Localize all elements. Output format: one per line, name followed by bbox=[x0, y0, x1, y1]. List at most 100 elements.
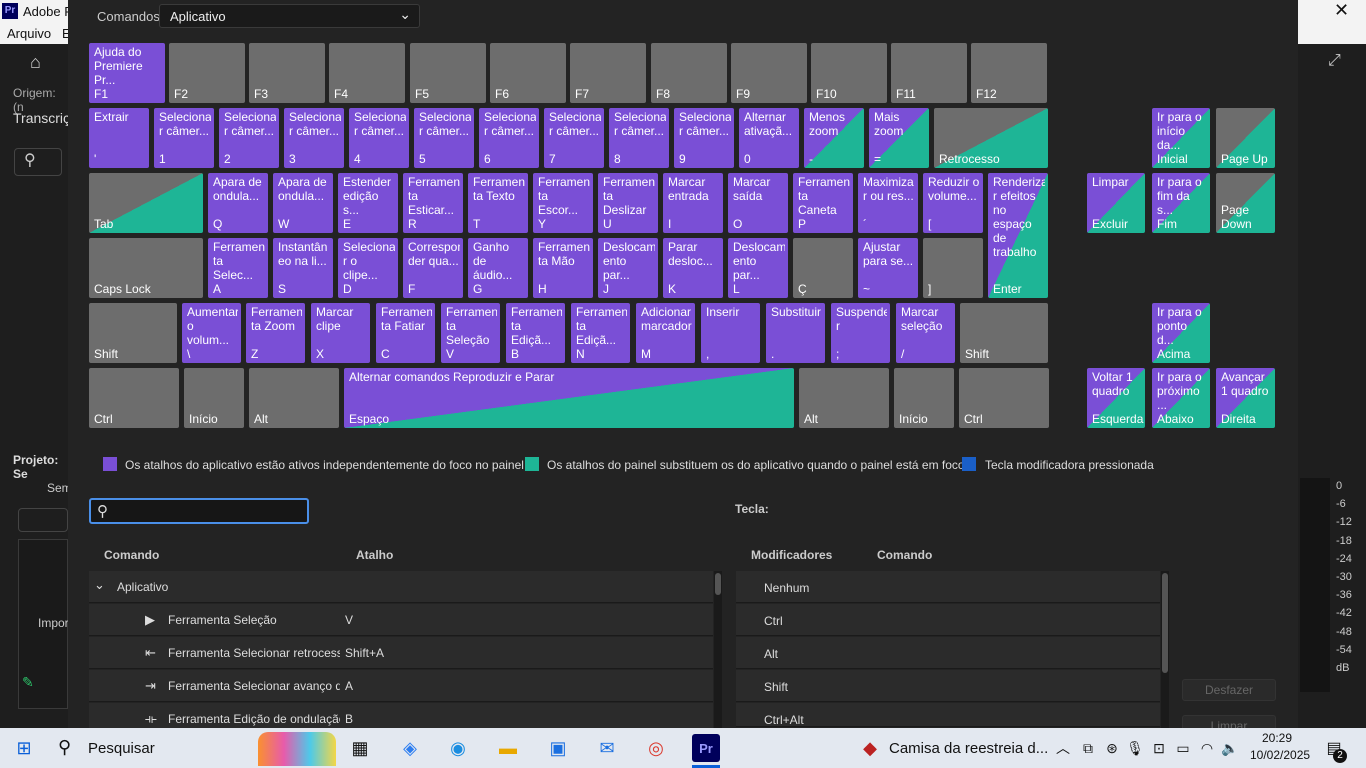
transcript-search[interactable] bbox=[14, 148, 62, 176]
project-search[interactable] bbox=[18, 508, 68, 532]
group-row-aplicativo[interactable]: ⌄ Aplicativo bbox=[89, 571, 713, 603]
key-7[interactable]: F8 bbox=[651, 43, 727, 103]
windows-start-icon[interactable]: ⊞ bbox=[10, 734, 38, 762]
key-66[interactable]: Adicionar marcador M bbox=[636, 303, 695, 363]
news-icon[interactable]: ◆ bbox=[856, 734, 884, 762]
task-view-icon[interactable]: ▦ bbox=[346, 734, 374, 762]
scrollbar-thumb[interactable] bbox=[1162, 573, 1168, 673]
key-0[interactable]: Ajuda do Premiere Pr... F1 bbox=[89, 43, 165, 103]
key-74[interactable]: Início bbox=[184, 368, 244, 428]
table-row[interactable]: ⇥ Ferramenta Selecionar avanço de fa A bbox=[89, 670, 713, 702]
taskbar-notification[interactable]: Camisa da reestreia d... bbox=[889, 740, 1048, 757]
clock-time[interactable]: 20:29 bbox=[1262, 731, 1292, 745]
key-57[interactable]: ] bbox=[923, 238, 983, 298]
key-40[interactable]: Reduzir o volume... [ bbox=[923, 173, 983, 233]
key-27[interactable]: Page Up bbox=[1216, 108, 1275, 168]
key-30[interactable]: Apara de ondula... W bbox=[273, 173, 333, 233]
key-77[interactable]: Alt bbox=[799, 368, 889, 428]
key-68[interactable]: Substituir. bbox=[766, 303, 825, 363]
key-67[interactable]: Inserir, bbox=[701, 303, 760, 363]
chevron-down-icon[interactable]: ⌄ bbox=[94, 577, 105, 593]
key-64[interactable]: Ferramen ta Ediçã... B bbox=[506, 303, 565, 363]
key-4[interactable]: F5 bbox=[410, 43, 486, 103]
key-48[interactable]: Seleciona r o clipe... D bbox=[338, 238, 398, 298]
key-21[interactable]: Seleciona r câmer... 9 bbox=[674, 108, 734, 168]
chrome-icon[interactable]: ◎ bbox=[642, 734, 670, 762]
premiere-taskbar-icon[interactable]: Pr bbox=[692, 734, 720, 762]
modifier-row[interactable]: Nenhum bbox=[736, 571, 1160, 603]
scrollbar-thumb[interactable] bbox=[715, 573, 721, 595]
key-81[interactable]: Ir para o próximo ... Abaixo bbox=[1152, 368, 1210, 428]
key-14[interactable]: Seleciona r câmer... 2 bbox=[219, 108, 279, 168]
modifier-row[interactable]: Ctrl bbox=[736, 604, 1160, 636]
key-16[interactable]: Seleciona r câmer... 4 bbox=[349, 108, 409, 168]
transcript-tab[interactable]: Transcriç bbox=[13, 110, 70, 126]
key-10[interactable]: F11 bbox=[891, 43, 967, 103]
volume-icon[interactable]: 🔈 bbox=[1216, 734, 1244, 762]
command-shortcut[interactable]: Shift+A bbox=[345, 646, 384, 660]
key-63[interactable]: Ferramen ta Seleção V bbox=[441, 303, 500, 363]
key-38[interactable]: Ferramen ta Caneta P bbox=[793, 173, 853, 233]
modifier-row[interactable]: Ctrl+Alt bbox=[736, 703, 1160, 727]
key-53[interactable]: Parar desloc... K bbox=[663, 238, 723, 298]
key-37[interactable]: Marcar saída O bbox=[728, 173, 788, 233]
key-60[interactable]: Ferramen ta Zoom Z bbox=[246, 303, 305, 363]
key-29[interactable]: Apara de ondula... Q bbox=[208, 173, 268, 233]
key-69[interactable]: Suspende r; bbox=[831, 303, 890, 363]
key-44[interactable]: Page Down bbox=[1216, 173, 1275, 233]
key-22[interactable]: Alternar ativaçã... 0 bbox=[739, 108, 799, 168]
key-33[interactable]: Ferramen ta Texto T bbox=[468, 173, 528, 233]
key-13[interactable]: Seleciona r câmer... 1 bbox=[154, 108, 214, 168]
key-5[interactable]: F6 bbox=[490, 43, 566, 103]
key-70[interactable]: Marcar seleção / bbox=[896, 303, 955, 363]
key-2[interactable]: F3 bbox=[249, 43, 325, 103]
key-8[interactable]: F9 bbox=[731, 43, 807, 103]
key-25[interactable]: Retrocesso bbox=[934, 108, 1048, 168]
key-56[interactable]: Ajustar para se... ~ bbox=[858, 238, 918, 298]
preset-select[interactable]: Aplicativo ⌄ bbox=[159, 4, 420, 28]
modifier-row[interactable]: Alt bbox=[736, 637, 1160, 669]
key-41[interactable]: Renderiza r efeitos no espaço de trabalh… bbox=[988, 173, 1048, 298]
key-65[interactable]: Ferramen ta Ediçã... N bbox=[571, 303, 630, 363]
key-9[interactable]: F10 bbox=[811, 43, 887, 103]
key-12[interactable]: Extrair ' bbox=[89, 108, 149, 168]
key-23[interactable]: Menos zoom - bbox=[804, 108, 864, 168]
key-11[interactable]: F12 bbox=[971, 43, 1047, 103]
key-28[interactable]: Tab bbox=[89, 173, 203, 233]
key-62[interactable]: Ferramen ta Fatiar C bbox=[376, 303, 435, 363]
column-header-command[interactable]: Comando bbox=[104, 548, 159, 562]
key-36[interactable]: Marcar entrada I bbox=[663, 173, 723, 233]
key-79[interactable]: Ctrl bbox=[959, 368, 1049, 428]
command-list-scrollbar[interactable] bbox=[714, 571, 722, 728]
menu-arquivo[interactable]: Arquivo bbox=[7, 26, 51, 41]
key-45[interactable]: Caps Lock bbox=[89, 238, 203, 298]
pencil-icon[interactable]: ✎ bbox=[22, 674, 34, 691]
key-75[interactable]: Alt bbox=[249, 368, 339, 428]
key-18[interactable]: Seleciona r câmer... 6 bbox=[479, 108, 539, 168]
key-71[interactable]: Shift bbox=[960, 303, 1048, 363]
close-icon[interactable]: ✕ bbox=[1334, 0, 1349, 21]
key-46[interactable]: Ferramen ta Selec... A bbox=[208, 238, 268, 298]
key-6[interactable]: F7 bbox=[570, 43, 646, 103]
taskbar-search[interactable]: ⚲ Pesquisar bbox=[48, 728, 336, 768]
key-59[interactable]: Aumentar o volum... \ bbox=[182, 303, 241, 363]
chevron-up-icon[interactable]: ︿ bbox=[1049, 734, 1077, 762]
key-49[interactable]: Correspon der qua... F bbox=[403, 238, 463, 298]
command-shortcut[interactable]: B bbox=[345, 712, 353, 726]
key-82[interactable]: Avançar 1 quadro Direita bbox=[1216, 368, 1275, 428]
key-80[interactable]: Voltar 1 quadro Esquerda bbox=[1087, 368, 1145, 428]
key-78[interactable]: Início bbox=[894, 368, 954, 428]
key-76[interactable]: Alternar comandos Reproduzir e Parar Espa… bbox=[344, 368, 794, 428]
command-shortcut[interactable]: V bbox=[345, 613, 353, 627]
key-73[interactable]: Ctrl bbox=[89, 368, 179, 428]
key-58[interactable]: Shift bbox=[89, 303, 177, 363]
undo-button[interactable]: Desfazer bbox=[1182, 679, 1276, 701]
expand-icon[interactable]: ⤢ bbox=[1328, 52, 1341, 70]
key-31[interactable]: Estender edição s... E bbox=[338, 173, 398, 233]
key-35[interactable]: Ferramen ta Deslizar U bbox=[598, 173, 658, 233]
key-47[interactable]: Instantân eo na li... S bbox=[273, 238, 333, 298]
key-43[interactable]: Ir para o fim da s... Fim bbox=[1152, 173, 1210, 233]
mail-icon[interactable]: ✉ bbox=[593, 734, 621, 762]
key-72[interactable]: Ir para o ponto d... Acima bbox=[1152, 303, 1210, 363]
key-42[interactable]: Limpar Excluir bbox=[1087, 173, 1145, 233]
